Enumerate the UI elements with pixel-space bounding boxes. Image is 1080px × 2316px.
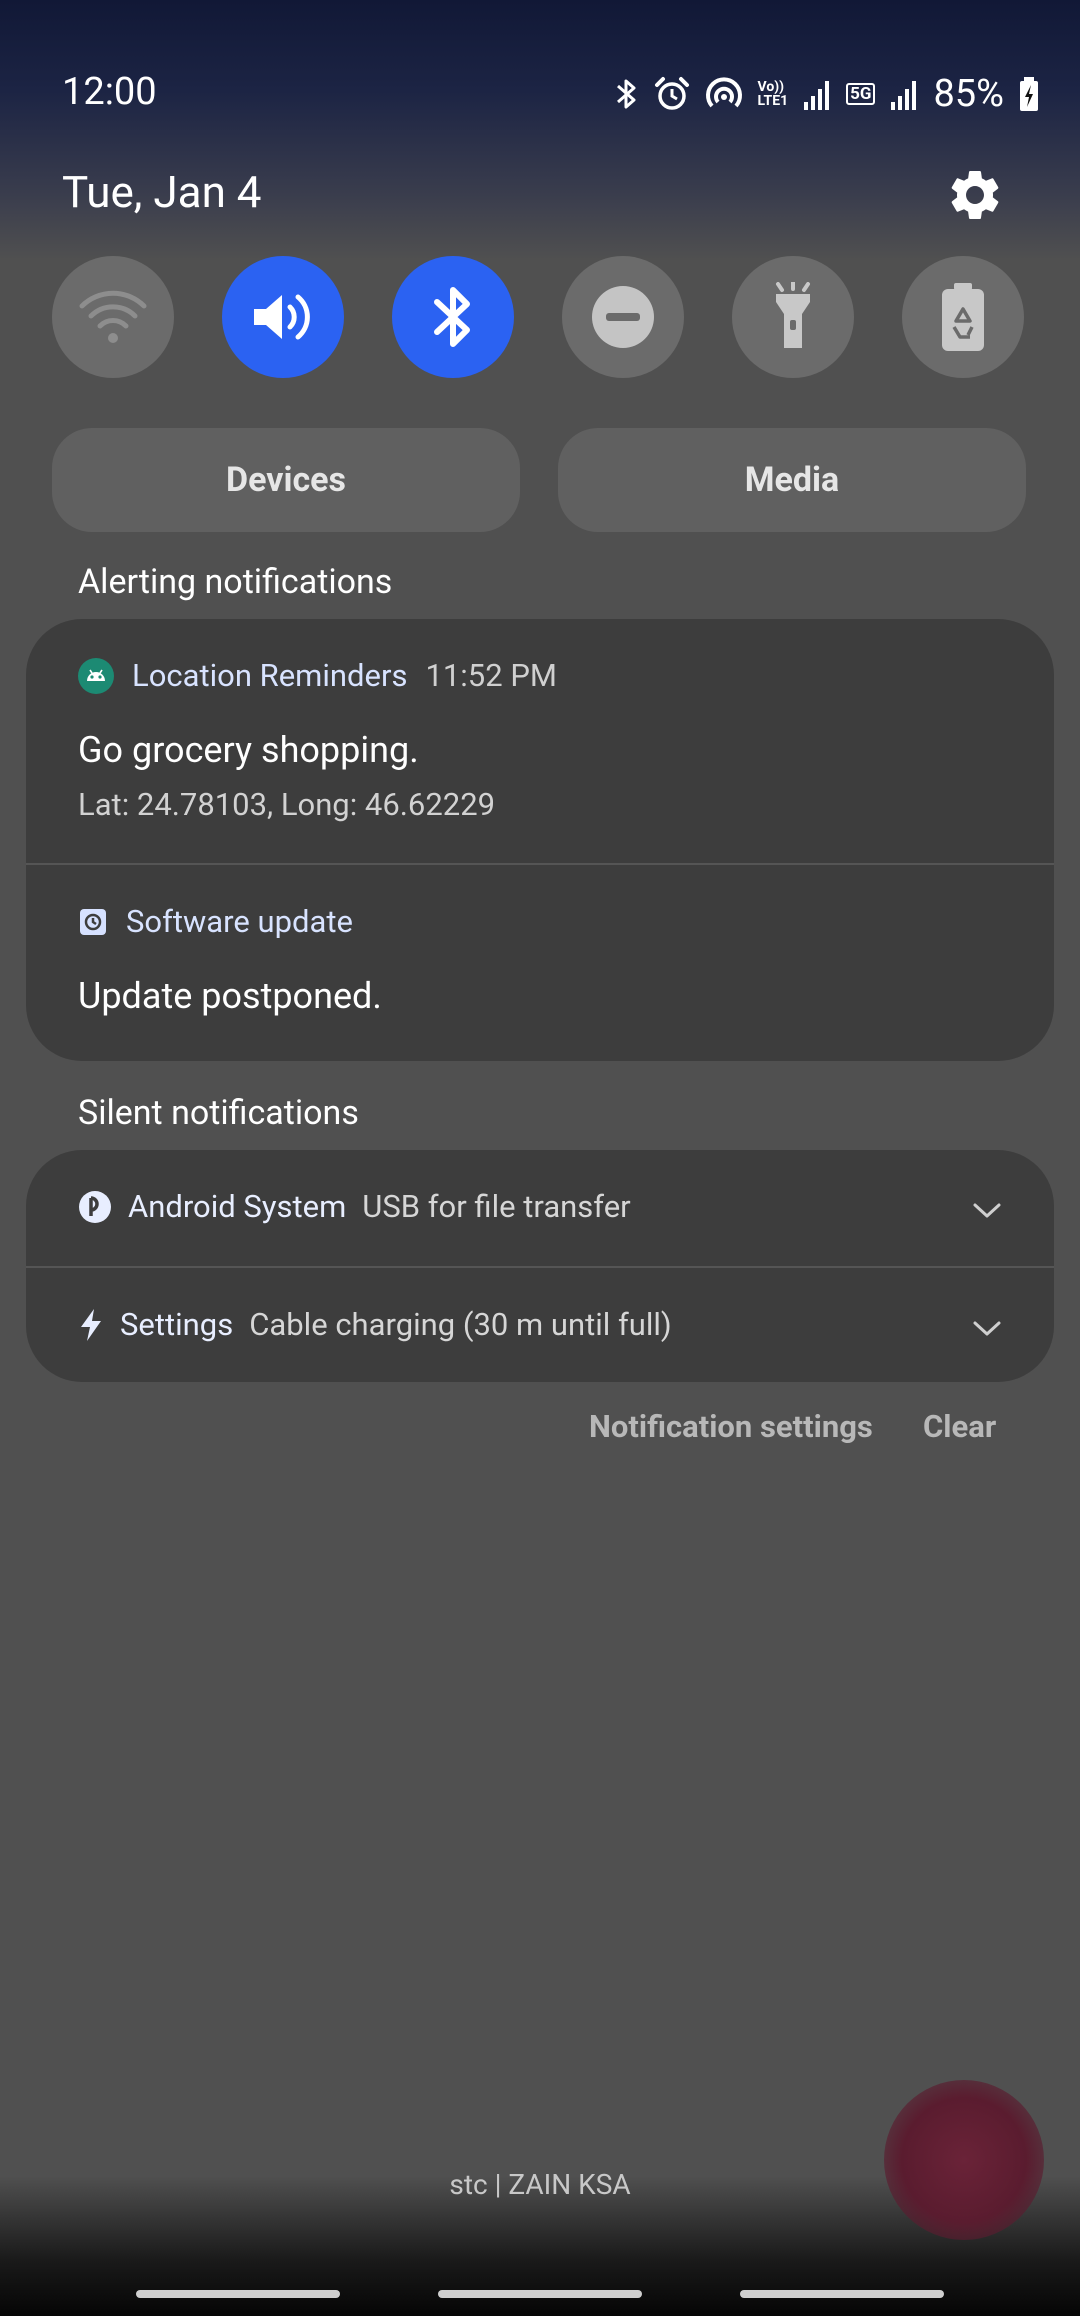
battery-charging-icon [1020, 77, 1038, 111]
wifi-toggle[interactable] [52, 256, 174, 378]
status-icons: Vo)) LTE1 5G 85% [614, 72, 1041, 116]
nav-back-handle[interactable] [740, 2290, 944, 2298]
nav-recents-handle[interactable] [136, 2290, 340, 2298]
notification-settings-button[interactable]: Notification settings [589, 1408, 873, 1445]
volume-icon [254, 294, 310, 340]
volte-icon: Vo)) LTE1 [757, 79, 789, 109]
status-time: 12:00 [62, 70, 157, 114]
media-button[interactable]: Media [558, 428, 1026, 532]
software-update-icon [80, 908, 106, 935]
notification-app-name: Location Reminders [132, 657, 408, 694]
floating-bubble[interactable] [884, 2080, 1044, 2240]
notification-summary: Android System USB for file transfer [78, 1188, 631, 1225]
alerting-notifications-card: Location Reminders 11:52 PM Go grocery s… [26, 619, 1054, 1061]
notification-text: USB for file transfer [362, 1188, 631, 1225]
nav-home-handle[interactable] [438, 2290, 642, 2298]
devices-button[interactable]: Devices [52, 428, 520, 532]
notification-header: Location Reminders 11:52 PM [78, 657, 557, 694]
signal-2-icon [891, 81, 917, 110]
top-gradient [0, 0, 1080, 260]
notification-app-name: Settings [120, 1306, 234, 1343]
battery-percentage: 85% [933, 72, 1004, 116]
flashlight-toggle[interactable] [732, 256, 854, 378]
five-g-icon: 5G [846, 83, 876, 105]
quick-settings-row [52, 256, 1024, 378]
notification-location-reminder[interactable]: Location Reminders 11:52 PM Go grocery s… [26, 619, 1054, 863]
notification-header: Software update [78, 903, 353, 940]
battery-recycle-icon [942, 283, 984, 351]
notification-software-update[interactable]: Software update Update postponed. [26, 865, 1054, 1061]
power-saving-toggle[interactable] [902, 256, 1024, 378]
notification-title: Go grocery shopping. [78, 729, 419, 771]
clear-button[interactable]: Clear [923, 1408, 996, 1445]
notification-title: Update postponed. [78, 975, 382, 1017]
alerting-section-title: Alerting notifications [78, 562, 393, 602]
notification-time: 11:52 PM [425, 657, 557, 694]
chevron-down-icon[interactable] [972, 1320, 1002, 1338]
silent-notifications-card: Android System USB for file transfer Set… [26, 1150, 1054, 1382]
silent-section-title: Silent notifications [78, 1093, 359, 1133]
bluetooth-icon [434, 287, 470, 347]
lightning-bolt-icon [81, 1308, 101, 1341]
do-not-disturb-toggle[interactable] [562, 256, 684, 378]
notification-android-system[interactable]: Android System USB for file transfer [26, 1150, 1054, 1266]
notification-app-name: Software update [126, 903, 353, 940]
bluetooth-toggle[interactable] [392, 256, 514, 378]
notification-settings-charging[interactable]: Settings Cable charging (30 m until full… [26, 1268, 1054, 1382]
date-label: Tue, Jan 4 [62, 166, 262, 218]
hotspot-icon [705, 77, 742, 108]
flashlight-icon [776, 282, 810, 348]
do-not-disturb-icon [592, 286, 654, 348]
notification-app-name: Android System [128, 1188, 347, 1225]
notification-text: Lat: 24.78103, Long: 46.62229 [78, 786, 496, 823]
chevron-down-icon[interactable] [972, 1202, 1002, 1220]
notification-summary: Settings Cable charging (30 m until full… [78, 1306, 672, 1343]
android-app-icon [78, 657, 114, 694]
sound-toggle[interactable] [222, 256, 344, 378]
android-system-icon [79, 1190, 111, 1223]
alarm-icon [654, 77, 689, 110]
notification-text: Cable charging (30 m until full) [249, 1306, 672, 1343]
bluetooth-status-icon [616, 79, 635, 109]
signal-1-icon [804, 81, 830, 110]
settings-gear-icon[interactable] [945, 165, 1005, 225]
wifi-icon [79, 290, 147, 343]
